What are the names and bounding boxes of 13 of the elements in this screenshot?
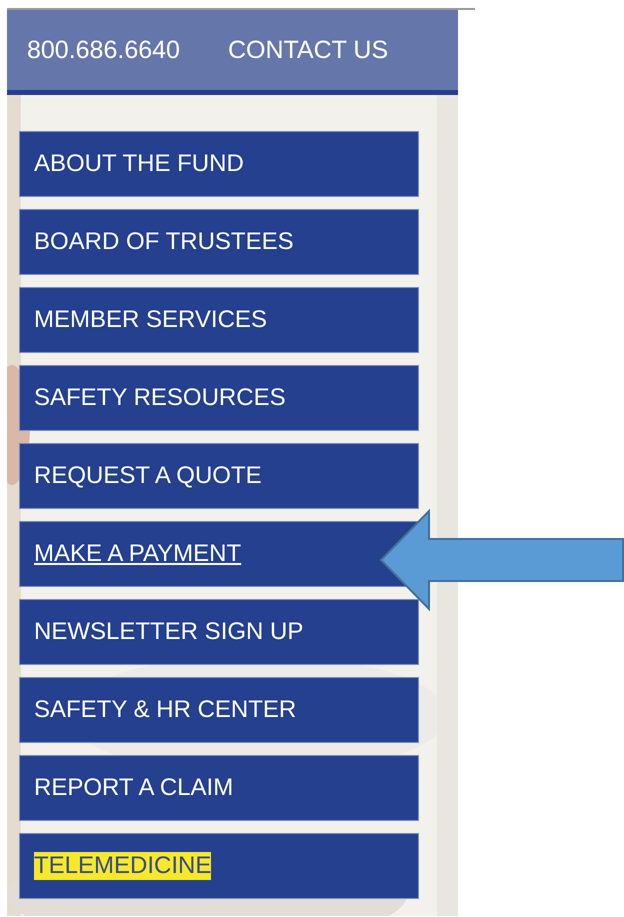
menu-item[interactable]: NEWSLETTER SIGN UP [19,599,419,665]
menu-item[interactable]: TELEMEDICINE [19,833,419,899]
menu-item[interactable]: MEMBER SERVICES [19,287,419,353]
arrow-icon [379,509,624,611]
menu-item[interactable]: SAFETY & HR CENTER [19,677,419,743]
contact-link[interactable]: CONTACT US [228,36,388,64]
menu-item[interactable]: MAKE A PAYMENT [19,521,419,587]
menu-item[interactable]: REPORT A CLAIM [19,755,419,821]
menu-item[interactable]: SAFETY RESOURCES [19,365,419,431]
menu-item[interactable]: ABOUT THE FUND [19,131,419,197]
phone-link[interactable]: 800.686.6640 [27,36,180,64]
menu-item[interactable]: BOARD OF TRUSTEES [19,209,419,275]
menu-item[interactable]: REQUEST A QUOTE [19,443,419,509]
